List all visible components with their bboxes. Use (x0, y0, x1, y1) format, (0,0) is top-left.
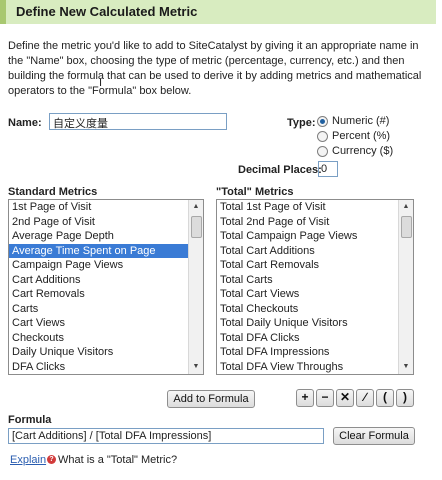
type-option-currency[interactable]: Currency ($) (317, 145, 393, 157)
scroll-down-icon[interactable]: ▼ (189, 360, 203, 374)
name-input[interactable]: 自定义度量 (49, 113, 227, 130)
name-label: Name: (8, 117, 42, 129)
list-item[interactable]: Daily Unique Visitors (9, 345, 203, 360)
scrollbar[interactable]: ▲ ▼ (188, 200, 203, 374)
list-item[interactable]: 1st Page of Visit (9, 200, 203, 215)
radio-icon[interactable] (317, 130, 328, 142)
list-item[interactable]: Total Cart Removals (217, 258, 413, 273)
total-metric-help-text: What is a "Total" Metric? (58, 454, 178, 466)
formula-field[interactable]: [Cart Additions] / [Total DFA Impression… (8, 428, 324, 444)
radio-icon[interactable] (317, 115, 328, 127)
scrollbar-thumb[interactable] (401, 216, 412, 238)
list-item[interactable]: Campaign Page Views (9, 258, 203, 273)
list-item[interactable]: DFA Clicks (9, 360, 203, 375)
list-item[interactable]: Cart Removals (9, 287, 203, 302)
decimal-places-label: Decimal Places: (238, 164, 322, 176)
total-metrics-title: "Total" Metrics (216, 186, 294, 198)
type-option-numeric[interactable]: Numeric (#) (317, 115, 389, 127)
list-item[interactable]: Cart Additions (9, 273, 203, 288)
scrollbar[interactable]: ▲ ▼ (398, 200, 413, 374)
list-item[interactable]: Total Campaign Page Views (217, 229, 413, 244)
scroll-up-icon[interactable]: ▲ (399, 200, 413, 214)
formula-label: Formula (8, 414, 52, 426)
list-item[interactable]: Carts (9, 302, 203, 317)
page-header: Define New Calculated Metric (0, 0, 436, 24)
list-item[interactable]: Total DFA Clicks (217, 331, 413, 346)
list-item[interactable]: Total DFA View Throughs (217, 360, 413, 375)
scroll-down-icon[interactable]: ▼ (399, 360, 413, 374)
list-item[interactable]: Cart Views (9, 316, 203, 331)
close-paren-button[interactable]: ) (396, 389, 414, 407)
list-item[interactable]: 2nd Page of Visit (9, 215, 203, 230)
description-text: Define the metric you'd like to add to S… (8, 40, 422, 97)
list-item[interactable]: Total Carts (217, 273, 413, 288)
list-item[interactable]: Total Cart Views (217, 287, 413, 302)
standard-metrics-title: Standard Metrics (8, 186, 98, 198)
clear-formula-button[interactable]: Clear Formula (333, 427, 415, 445)
plus-operator-button[interactable]: + (296, 389, 314, 407)
list-item-selected[interactable]: Average Time Spent on Page (9, 243, 203, 258)
standard-metrics-list[interactable]: 1st Page of Visit 2nd Page of Visit Aver… (8, 199, 204, 375)
list-item[interactable]: Total Cart Additions (217, 244, 413, 259)
scrollbar-thumb[interactable] (191, 216, 202, 238)
help-icon[interactable]: ? (47, 455, 56, 464)
list-item[interactable]: Total Daily Unique Visitors (217, 316, 413, 331)
type-option-percent[interactable]: Percent (%) (317, 130, 390, 142)
list-item[interactable]: Total 2nd Page of Visit (217, 215, 413, 230)
page-title: Define New Calculated Metric (16, 4, 198, 19)
minus-operator-button[interactable]: − (316, 389, 334, 407)
list-item[interactable]: Total Checkouts (217, 302, 413, 317)
radio-icon[interactable] (317, 145, 328, 157)
add-to-formula-button[interactable]: Add to Formula (167, 390, 255, 408)
type-label: Type: (287, 117, 316, 129)
divide-operator-button[interactable]: ∕ (356, 389, 374, 407)
type-option-label: Numeric (#) (332, 115, 390, 127)
open-paren-button[interactable]: ( (376, 389, 394, 407)
decimal-places-input[interactable]: 0 (318, 161, 338, 177)
type-option-label: Percent (%) (332, 130, 391, 142)
list-item[interactable]: Checkouts (9, 331, 203, 346)
explain-link[interactable]: Explain (10, 454, 46, 466)
list-item[interactable]: Total 1st Page of Visit (217, 200, 413, 215)
type-option-label: Currency ($) (332, 145, 394, 157)
total-metrics-list[interactable]: Total 1st Page of Visit Total 2nd Page o… (216, 199, 414, 375)
list-item[interactable]: Total DFA Impressions (217, 345, 413, 360)
scroll-up-icon[interactable]: ▲ (189, 200, 203, 214)
text-cursor-icon: I (99, 77, 103, 89)
multiply-operator-button[interactable]: ✕ (336, 389, 354, 407)
list-item[interactable]: Average Page Depth (9, 229, 203, 244)
